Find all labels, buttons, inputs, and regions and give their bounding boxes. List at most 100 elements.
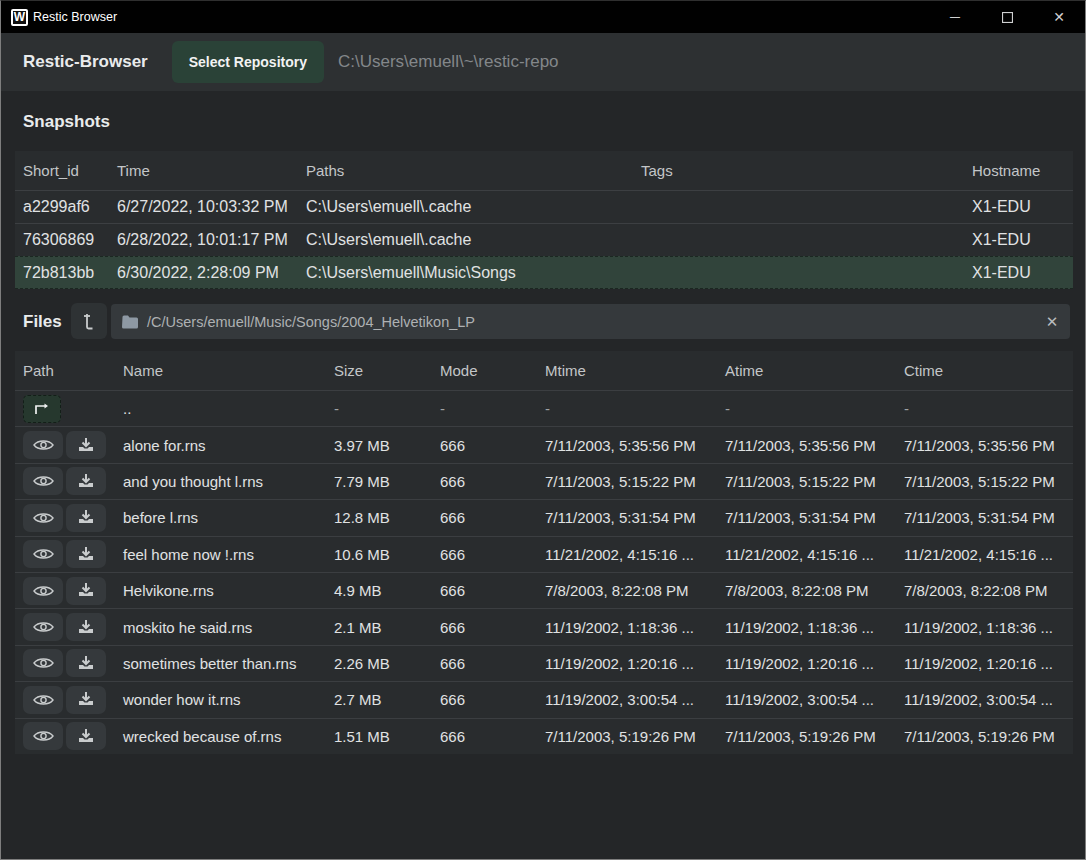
column-header: Path <box>15 362 115 379</box>
snapshot-row[interactable]: 763068696/28/2022, 10:01:17 PMC:\Users\e… <box>15 223 1073 256</box>
cell-name: alone for.rns <box>115 437 326 454</box>
maximize-button[interactable] <box>981 1 1033 33</box>
cell-atime: 11/21/2002, 4:15:16 ... <box>717 546 896 563</box>
cell-ctime: 7/11/2003, 5:19:26 PM <box>896 728 1073 745</box>
cell-ctime: - <box>896 400 1073 417</box>
file-row[interactable]: feel home now !.rns10.6 MB66611/21/2002,… <box>15 536 1073 572</box>
clear-path-icon[interactable]: ✕ <box>1042 313 1062 331</box>
download-file-button[interactable] <box>66 649 106 677</box>
cell-mode: 666 <box>432 473 537 490</box>
cell-short_id: 72b813bb <box>15 264 109 282</box>
cell-paths: C:\Users\emuell\Music\Songs <box>298 264 633 282</box>
file-row[interactable]: moskito he said.rns2.1 MB66611/19/2002, … <box>15 608 1073 644</box>
cell-time: 6/27/2022, 10:03:32 PM <box>109 198 298 216</box>
cell-path <box>15 467 115 495</box>
snapshot-row[interactable]: a2299af66/27/2022, 10:03:32 PMC:\Users\e… <box>15 190 1073 223</box>
download-file-button[interactable] <box>66 431 106 459</box>
preview-file-button[interactable] <box>23 431 63 459</box>
download-icon <box>78 474 94 489</box>
download-file-button[interactable] <box>66 467 106 495</box>
cell-atime: 11/19/2002, 3:00:54 ... <box>717 691 896 708</box>
cell-paths: C:\Users\emuell\.cache <box>298 231 633 249</box>
cell-path <box>15 613 115 641</box>
go-up-button[interactable] <box>23 395 61 423</box>
download-file-button[interactable] <box>66 722 106 750</box>
cell-size: 7.79 MB <box>326 473 432 490</box>
column-header: Paths <box>298 162 633 179</box>
snapshots-title: Snapshots <box>23 112 110 132</box>
download-file-button[interactable] <box>66 613 106 641</box>
column-header: Ctime <box>896 362 1073 379</box>
cell-mode: 666 <box>432 728 537 745</box>
preview-file-button[interactable] <box>23 686 63 714</box>
preview-file-button[interactable] <box>23 577 63 605</box>
file-row[interactable]: wonder how it.rns2.7 MB66611/19/2002, 3:… <box>15 681 1073 717</box>
app-window: W Restic Browser ─ ✕ Restic-Browser Sele… <box>0 0 1086 860</box>
preview-file-button[interactable] <box>23 540 63 568</box>
main-content: Snapshots Short_idTimePathsTagsHostname … <box>1 91 1085 859</box>
column-header: Mtime <box>537 362 717 379</box>
download-file-button[interactable] <box>66 577 106 605</box>
column-header: Time <box>109 162 298 179</box>
preview-file-button[interactable] <box>23 613 63 641</box>
cell-ctime: 7/11/2003, 5:31:54 PM <box>896 509 1073 526</box>
minimize-button[interactable]: ─ <box>929 1 981 33</box>
file-row[interactable]: wrecked because of.rns1.51 MB666 7/11/200… <box>15 718 1073 754</box>
preview-file-button[interactable] <box>23 722 63 750</box>
file-row[interactable]: before l.rns12.8 MB6667/11/2003, 5:31:54… <box>15 499 1073 535</box>
close-button[interactable]: ✕ <box>1033 1 1085 33</box>
cell-mode: 666 <box>432 691 537 708</box>
column-header: Size <box>326 362 432 379</box>
cell-time: 6/30/2022, 2:28:09 PM <box>109 264 298 282</box>
path-root-button[interactable] <box>71 303 107 339</box>
cell-name: before l.rns <box>115 509 326 526</box>
cell-atime: 7/8/2003, 8:22:08 PM <box>717 582 896 599</box>
cell-name: Helvikone.rns <box>115 582 326 599</box>
cell-name: and you thought l.rns <box>115 473 326 490</box>
cell-name: wrecked because of.rns <box>115 728 326 745</box>
cell-mode: 666 <box>432 655 537 672</box>
cell-mtime: 7/11/2003, 5:31:54 PM <box>537 509 717 526</box>
download-file-button[interactable] <box>66 540 106 568</box>
cell-name: moskito he said.rns <box>115 619 326 636</box>
files-table: PathNameSizeModeMtimeAtimeCtime ..-----a… <box>15 351 1073 754</box>
cell-hostname: X1-EDU <box>964 264 1073 282</box>
cell-mode: 666 <box>432 582 537 599</box>
file-row[interactable]: alone for.rns3.97 MB6667/11/2003, 5:35:5… <box>15 426 1073 462</box>
cell-ctime: 7/11/2003, 5:35:56 PM <box>896 437 1073 454</box>
repository-path: C:\Users\emuell\~\restic-repo <box>338 52 559 72</box>
cell-ctime: 7/11/2003, 5:15:22 PM <box>896 473 1073 490</box>
eye-icon <box>33 473 54 489</box>
file-row[interactable]: and you thought l.rns7.79 MB666 7/11/2003… <box>15 463 1073 499</box>
cell-ctime: 11/19/2002, 3:00:54 ... <box>896 691 1073 708</box>
files-path-input[interactable]: /C/Users/emuell/Music/Songs/2004_Helveti… <box>111 304 1070 339</box>
cell-mtime: 11/19/2002, 1:20:16 ... <box>537 655 717 672</box>
preview-file-button[interactable] <box>23 504 63 532</box>
cell-atime: 7/11/2003, 5:31:54 PM <box>717 509 896 526</box>
download-file-button[interactable] <box>66 504 106 532</box>
cell-name: .. <box>115 400 326 417</box>
files-path-value: /C/Users/emuell/Music/Songs/2004_Helveti… <box>147 314 1042 330</box>
file-row[interactable]: Helvikone.rns4.9 MB6667/8/2003, 8:22:08 … <box>15 572 1073 608</box>
eye-icon <box>33 619 54 635</box>
eye-icon <box>33 692 54 708</box>
titlebar: W Restic Browser ─ ✕ <box>1 1 1085 33</box>
cell-name: wonder how it.rns <box>115 691 326 708</box>
download-icon <box>78 583 94 598</box>
download-icon <box>78 620 94 635</box>
download-file-button[interactable] <box>66 686 106 714</box>
cell-size: 1.51 MB <box>326 728 432 745</box>
window-title: Restic Browser <box>33 10 117 24</box>
cell-mode: 666 <box>432 546 537 563</box>
preview-file-button[interactable] <box>23 467 63 495</box>
snapshot-row[interactable]: 72b813bb6/30/2022, 2:28:09 PMC:\Users\em… <box>15 256 1073 289</box>
select-repository-button[interactable]: Select Repository <box>172 41 324 83</box>
preview-file-button[interactable] <box>23 649 63 677</box>
cell-time: 6/28/2022, 10:01:17 PM <box>109 231 298 249</box>
cell-path <box>15 722 115 750</box>
file-row[interactable]: sometimes better than.rns2.26 MB66611/19… <box>15 645 1073 681</box>
app-logo-icon: W <box>11 9 28 26</box>
cell-size: - <box>326 400 432 417</box>
cell-mode: 666 <box>432 437 537 454</box>
cell-ctime: 11/19/2002, 1:18:36 ... <box>896 619 1073 636</box>
